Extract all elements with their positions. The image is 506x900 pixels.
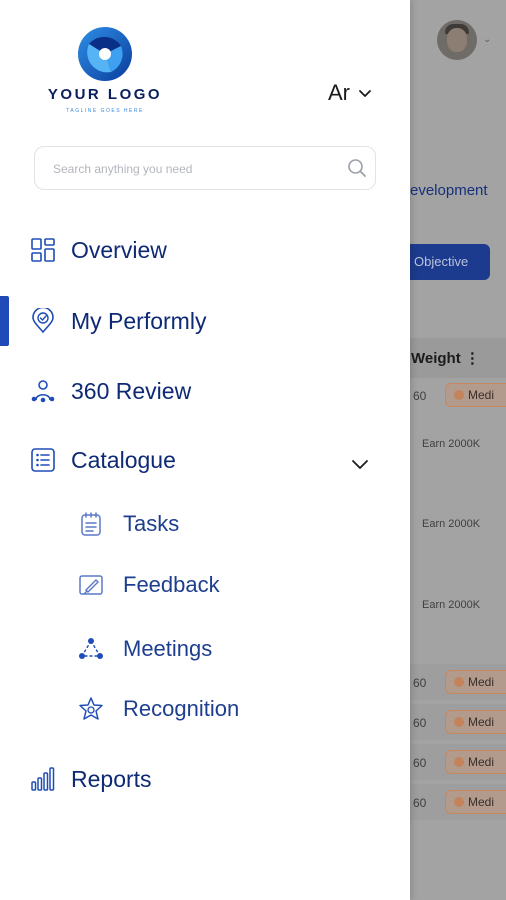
notepad-icon xyxy=(77,510,105,538)
nav-label: 360 Review xyxy=(71,377,192,404)
search-icon[interactable] xyxy=(347,158,367,178)
nav-item-my-performly[interactable]: My Performly xyxy=(29,307,206,335)
earn-text: Earn 2000K xyxy=(422,438,481,450)
weight-column-header[interactable]: Weight ⋮ xyxy=(411,349,480,367)
row-value: 60 xyxy=(413,756,427,770)
nav-label: Overview xyxy=(71,236,167,263)
star-badge-icon xyxy=(77,695,105,723)
earn-text: Earn 2000K xyxy=(422,599,481,611)
search-box xyxy=(34,146,376,191)
list-icon xyxy=(29,446,57,474)
chevron-down-icon xyxy=(359,90,371,97)
priority-pill: Medi xyxy=(445,750,506,774)
user-avatar[interactable] xyxy=(437,20,477,60)
meeting-group-icon xyxy=(77,635,105,663)
row-value: 60 xyxy=(413,389,427,403)
nav-label: Tasks xyxy=(123,511,180,536)
chevron-down-icon[interactable] xyxy=(350,456,370,472)
logo-icon xyxy=(78,27,132,81)
navigation-drawer: YOUR LOGO TAGLINE GOES HERE Ar Overview … xyxy=(0,0,410,900)
earn-text: Earn 2000K xyxy=(422,518,481,530)
language-selector[interactable]: Ar xyxy=(328,80,372,106)
avatar-chevron-icon[interactable]: ⌄ xyxy=(483,34,491,45)
nav-label: Feedback xyxy=(123,572,220,597)
nav-item-meetings[interactable]: Meetings xyxy=(77,635,212,663)
nav-label: Recognition xyxy=(123,696,240,721)
nav-item-recognition[interactable]: Recognition xyxy=(77,695,239,723)
nav-item-feedback[interactable]: Feedback xyxy=(77,571,220,599)
logo-tagline: TAGLINE GOES HERE xyxy=(66,108,144,114)
row-value: 60 xyxy=(413,796,427,810)
priority-pill: Medi xyxy=(445,790,506,814)
grid-icon xyxy=(29,236,57,264)
search-input[interactable] xyxy=(51,147,345,191)
add-objective-button[interactable]: Objective xyxy=(405,244,490,280)
active-indicator xyxy=(0,296,9,346)
logo-name: YOUR LOGO xyxy=(47,86,163,103)
bar-chart-icon xyxy=(29,765,57,793)
nav-label: Catalogue xyxy=(71,446,176,473)
nav-item-catalogue[interactable]: Catalogue xyxy=(29,446,176,474)
feedback-icon xyxy=(77,571,105,599)
tab-development[interactable]: evelopment xyxy=(410,182,488,199)
nav-label: Meetings xyxy=(123,636,213,661)
language-label: Ar xyxy=(328,80,350,105)
nav-item-360-review[interactable]: 360 Review xyxy=(29,377,191,405)
nav-label: My Performly xyxy=(71,307,207,334)
nav-label: Reports xyxy=(71,765,152,792)
nav-item-reports[interactable]: Reports xyxy=(29,765,152,793)
priority-pill: Medi xyxy=(445,670,506,694)
priority-pill: Medi xyxy=(445,710,506,734)
performance-pin-icon xyxy=(29,307,57,335)
nav-item-overview[interactable]: Overview xyxy=(29,236,167,264)
row-value: 60 xyxy=(413,676,427,690)
priority-pill: Medi xyxy=(445,383,506,407)
team-review-icon xyxy=(29,377,57,405)
nav-item-tasks[interactable]: Tasks xyxy=(77,510,179,538)
row-value: 60 xyxy=(413,716,427,730)
